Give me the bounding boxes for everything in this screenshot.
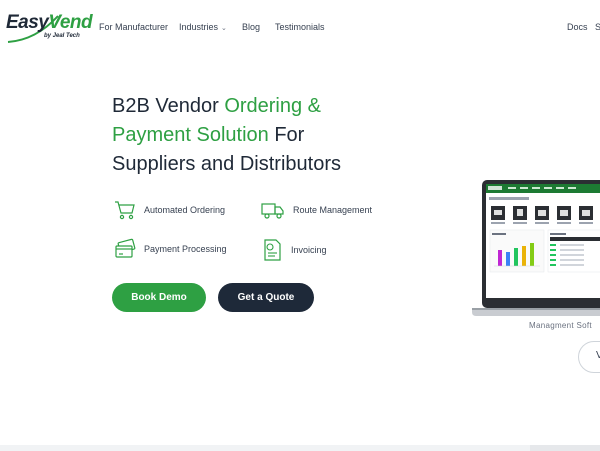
feature-label: Route Management <box>293 205 373 215</box>
credit-card-icon <box>115 238 136 258</box>
nav-testimonials[interactable]: Testimonials <box>275 22 325 32</box>
nav-right-truncated[interactable]: S <box>595 22 600 32</box>
top-navigation: EasyVend by Jeal Tech For Manufacturer I… <box>0 0 600 56</box>
feature-route-management: Route Management <box>261 200 372 220</box>
delivery-truck-icon <box>261 203 284 219</box>
nav-industries-label: Industries <box>179 22 219 32</box>
feature-label: Payment Processing <box>144 244 227 254</box>
laptop-mockup-image <box>472 180 600 320</box>
section-divider-accent <box>530 445 600 451</box>
carousel-next-button[interactable]: V <box>578 341 600 373</box>
logo-text-easy: Easy <box>6 12 49 33</box>
invoice-icon <box>264 239 281 261</box>
feature-label: Invoicing <box>291 245 327 255</box>
nav-for-manufacturer[interactable]: For Manufacturer <box>99 22 168 32</box>
chevron-right-icon: V <box>596 350 600 361</box>
easyvend-logo[interactable]: EasyVend by Jeal Tech <box>6 12 93 44</box>
nav-industries[interactable]: Industries ⌄ <box>179 22 227 32</box>
logo-byline: by Jeal Tech <box>44 33 80 39</box>
chevron-down-icon: ⌄ <box>221 25 227 32</box>
feature-invoicing: Invoicing <box>263 238 327 262</box>
section-divider <box>0 445 600 451</box>
feature-label: Automated Ordering <box>144 205 226 215</box>
logo-text-vend: Vend <box>48 12 93 33</box>
shopping-cart-icon <box>115 201 135 220</box>
nav-docs[interactable]: Docs <box>567 22 588 32</box>
laptop-screenshot-icon <box>472 180 600 316</box>
get-a-quote-button[interactable]: Get a Quote <box>218 283 314 312</box>
feature-automated-ordering: Automated Ordering <box>114 200 225 220</box>
feature-payment-processing: Payment Processing <box>114 238 227 260</box>
nav-blog[interactable]: Blog <box>242 22 260 32</box>
headline-highlight: Ordering & <box>224 95 322 117</box>
hero-headline: B2B Vendor Ordering & Payment Solution F… <box>112 92 412 179</box>
headline-part: B2B Vendor <box>112 95 225 117</box>
book-demo-button[interactable]: Book Demo <box>112 283 206 312</box>
headline-highlight: Payment Solution <box>112 124 269 146</box>
headline-part: For <box>268 124 305 146</box>
headline-part: Suppliers and Distributors <box>112 153 341 175</box>
showcase-caption: Managment Soft <box>529 321 592 330</box>
